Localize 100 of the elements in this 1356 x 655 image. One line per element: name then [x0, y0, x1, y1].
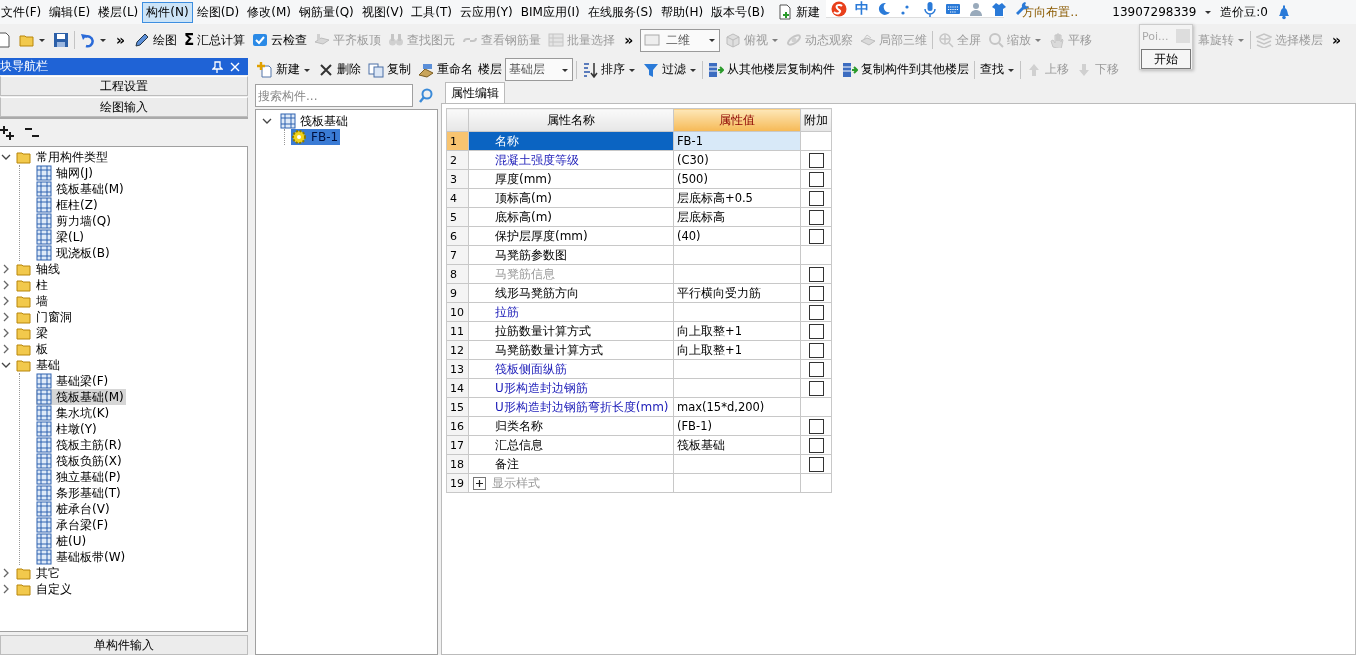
tree-item[interactable]: 桩承台(V): [36, 501, 112, 517]
checkbox[interactable]: [808, 304, 824, 320]
overflow-button[interactable]: »: [112, 32, 130, 48]
overflow-button[interactable]: »: [1328, 32, 1346, 48]
menu-item[interactable]: 文件(F): [0, 1, 46, 23]
menu-item[interactable]: 帮助(H): [656, 1, 708, 23]
tree-item[interactable]: 筏板负筋(X): [36, 453, 124, 469]
property-value: (500): [673, 169, 801, 189]
tree-item[interactable]: 基础: [16, 357, 62, 373]
toolbar-button[interactable]: Σ 汇总计算: [182, 28, 248, 52]
tree-item[interactable]: 墙: [16, 293, 50, 309]
overflow-button[interactable]: »: [620, 32, 638, 48]
section-button[interactable]: 绘图输入: [0, 97, 248, 117]
toolbar-button[interactable]: 从其他楼层复制构件: [706, 58, 837, 81]
tree-item[interactable]: 基础板带(W): [36, 549, 128, 565]
toolbar-button[interactable]: 绘图: [132, 28, 180, 52]
menu-item[interactable]: BIM应用(I): [516, 1, 584, 23]
toolbar-button[interactable]: 查找: [978, 58, 1017, 81]
pin-button[interactable]: [209, 60, 226, 73]
view-select[interactable]: 二维: [640, 28, 721, 52]
notification-button[interactable]: [1276, 4, 1292, 20]
account-dropdown[interactable]: [1204, 8, 1213, 16]
toolbar-button[interactable]: 复制: [366, 58, 413, 81]
menu-item[interactable]: 编辑(E): [45, 1, 95, 23]
tree-item[interactable]: 框柱(Z): [36, 197, 100, 213]
column-header[interactable]: 属性值: [673, 108, 801, 132]
section-button[interactable]: 工程设置: [0, 76, 248, 96]
beans-balance: 造价豆:0: [1220, 3, 1268, 21]
tree-item[interactable]: 柱: [16, 277, 50, 293]
input-mode-button[interactable]: 中: [855, 0, 869, 18]
tree-item[interactable]: 剪力墙(Q): [36, 213, 113, 229]
expand-toggle[interactable]: [262, 116, 274, 126]
checkbox[interactable]: [808, 209, 824, 225]
checkbox[interactable]: [808, 456, 824, 472]
checkbox[interactable]: [808, 418, 824, 434]
toolbar-button[interactable]: 重命名: [416, 58, 475, 81]
menu-item[interactable]: 楼层(L): [94, 1, 143, 23]
checkbox[interactable]: [808, 285, 824, 301]
tree-item[interactable]: 独立基础(P): [36, 469, 123, 485]
tree-item[interactable]: 筏板主筋(R): [36, 437, 124, 453]
magnifier-cross-icon: [938, 32, 955, 48]
tree-item[interactable]: 轴线: [16, 261, 62, 277]
tree-item[interactable]: 柱墩(Y): [36, 421, 99, 437]
checkbox[interactable]: [808, 266, 824, 282]
search-field[interactable]: 搜索构件...: [255, 84, 413, 107]
tree-item[interactable]: 桩(U): [36, 533, 89, 549]
tree-item[interactable]: 梁: [16, 325, 50, 341]
component-icon: [36, 533, 52, 549]
checkbox[interactable]: [808, 380, 824, 396]
checkbox[interactable]: [808, 323, 824, 339]
toolbar-button[interactable]: 云检查: [250, 28, 310, 52]
toolbar-button[interactable]: 删除: [316, 58, 363, 81]
expand-icon[interactable]: [473, 476, 486, 490]
menu-item[interactable]: 工具(T): [407, 1, 457, 23]
tree-item[interactable]: 承台梁(F): [36, 517, 111, 533]
section-button[interactable]: 单构件输入: [0, 635, 248, 655]
checkbox[interactable]: [808, 190, 824, 206]
checkbox[interactable]: [808, 152, 824, 168]
new-project-button[interactable]: 新建: [774, 2, 822, 22]
folder-icon: [16, 357, 32, 373]
toolbar-button[interactable]: 排序: [580, 58, 638, 81]
menu-item[interactable]: 钢筋量(Q): [294, 1, 358, 23]
menu-item[interactable]: 版本号(B): [707, 1, 769, 23]
expand-all-button[interactable]: [0, 124, 16, 141]
tree-item[interactable]: 现浇板(B): [36, 245, 112, 261]
menu-item[interactable]: 构件(N): [142, 1, 193, 23]
tree-item[interactable]: 板: [16, 341, 50, 357]
checkbox[interactable]: [808, 171, 824, 187]
toolbar-button[interactable]: 复制构件到其他楼层: [840, 58, 971, 81]
menu-item[interactable]: 绘图(D): [192, 1, 244, 23]
tree-item[interactable]: 梁(L): [36, 229, 87, 245]
menu-item[interactable]: 视图(V): [357, 1, 408, 23]
toolbar-button[interactable]: 新建: [255, 58, 313, 81]
checkbox[interactable]: [808, 342, 824, 358]
menu-item[interactable]: 在线服务(S): [583, 1, 657, 23]
tree-item[interactable]: 其它: [16, 565, 62, 581]
column-header[interactable]: 附加: [800, 108, 832, 132]
start-button[interactable]: 开始: [1141, 49, 1191, 69]
tree-item[interactable]: 常用构件类型: [16, 149, 110, 165]
tree-item[interactable]: 基础梁(F): [36, 373, 111, 389]
menu-item[interactable]: 修改(M): [243, 1, 295, 23]
tree-item[interactable]: 自定义: [16, 581, 74, 597]
tab[interactable]: 属性编辑: [445, 82, 505, 103]
checkbox[interactable]: [808, 228, 824, 244]
tree-item[interactable]: 集水坑(K): [36, 405, 112, 421]
property-value: 向上取整+1: [673, 340, 801, 360]
checkbox[interactable]: [808, 361, 824, 377]
floor-select[interactable]: 基础层: [505, 58, 573, 81]
tree-item[interactable]: 筏板基础(M): [36, 389, 126, 405]
checkbox[interactable]: [808, 437, 824, 453]
tree-item[interactable]: 筏板基础: [280, 113, 350, 129]
toolbar-button[interactable]: 过滤: [641, 58, 699, 81]
tree-item[interactable]: 条形基础(T): [36, 485, 123, 501]
menu-item[interactable]: 云应用(Y): [456, 1, 517, 23]
column-header[interactable]: 属性名称: [468, 108, 674, 132]
tree-item[interactable]: FB-1: [291, 129, 341, 145]
tree-item[interactable]: 筏板基础(M): [36, 181, 126, 197]
delete-icon: [318, 61, 334, 78]
tree-item[interactable]: 轴网(J): [36, 165, 95, 181]
tree-item[interactable]: 门窗洞: [16, 309, 74, 325]
